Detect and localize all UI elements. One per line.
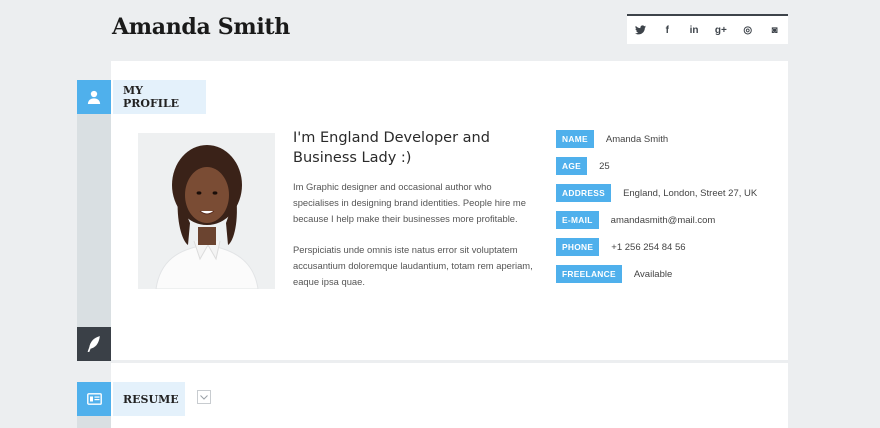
social-links: f in g+ ◎ ◙ [627,14,788,44]
info-label: FREELANCE [556,265,622,283]
info-row-email: E-MAIL amandasmith@mail.com [556,211,715,229]
dribbble-icon[interactable]: ◎ [734,16,761,44]
info-value: England, London, Street 27, UK [623,187,758,199]
profile-photo [138,133,275,289]
info-label: AGE [556,157,588,175]
chevron-down-icon[interactable] [197,390,211,404]
info-label: ADDRESS [556,184,612,202]
id-card-icon [77,382,111,416]
google-plus-icon[interactable]: g+ [707,16,734,44]
info-label: NAME [556,130,594,148]
section-rail [77,416,111,428]
info-value: amandasmith@mail.com [610,214,716,226]
info-row-age: AGE 25 [556,157,610,175]
section-rail [77,113,111,361]
profile-bio: Im Graphic designer and occasional autho… [293,181,526,224]
info-row-freelance: FREELANCE Available [556,265,672,283]
info-row-name: NAME Amanda Smith [556,130,668,148]
resume-panel [111,363,788,428]
section-title-profile: MY PROFILE [113,80,206,114]
info-label: PHONE [556,238,600,256]
info-value: Available [633,268,673,280]
info-value: 25 [599,160,610,172]
user-icon [77,80,111,114]
quill-icon [77,327,111,361]
instagram-icon[interactable]: ◙ [761,16,788,44]
profile-bio: Perspiciatis unde omnis iste natus error… [293,244,533,287]
info-label: E-MAIL [556,211,599,229]
info-row-phone: PHONE +1 256 254 84 56 [556,238,686,256]
info-value: +1 256 254 84 56 [611,241,686,253]
facebook-icon[interactable]: f [654,16,681,44]
info-value: Amanda Smith [605,133,669,145]
linkedin-icon[interactable]: in [681,16,708,44]
info-row-address: ADDRESS England, London, Street 27, UK [556,184,757,202]
twitter-icon[interactable] [627,16,654,44]
section-title-resume: RESUME [113,382,185,416]
profile-headline: I'm England Developer and Business Lady … [293,130,490,166]
page-title: Amanda Smith [112,14,290,40]
